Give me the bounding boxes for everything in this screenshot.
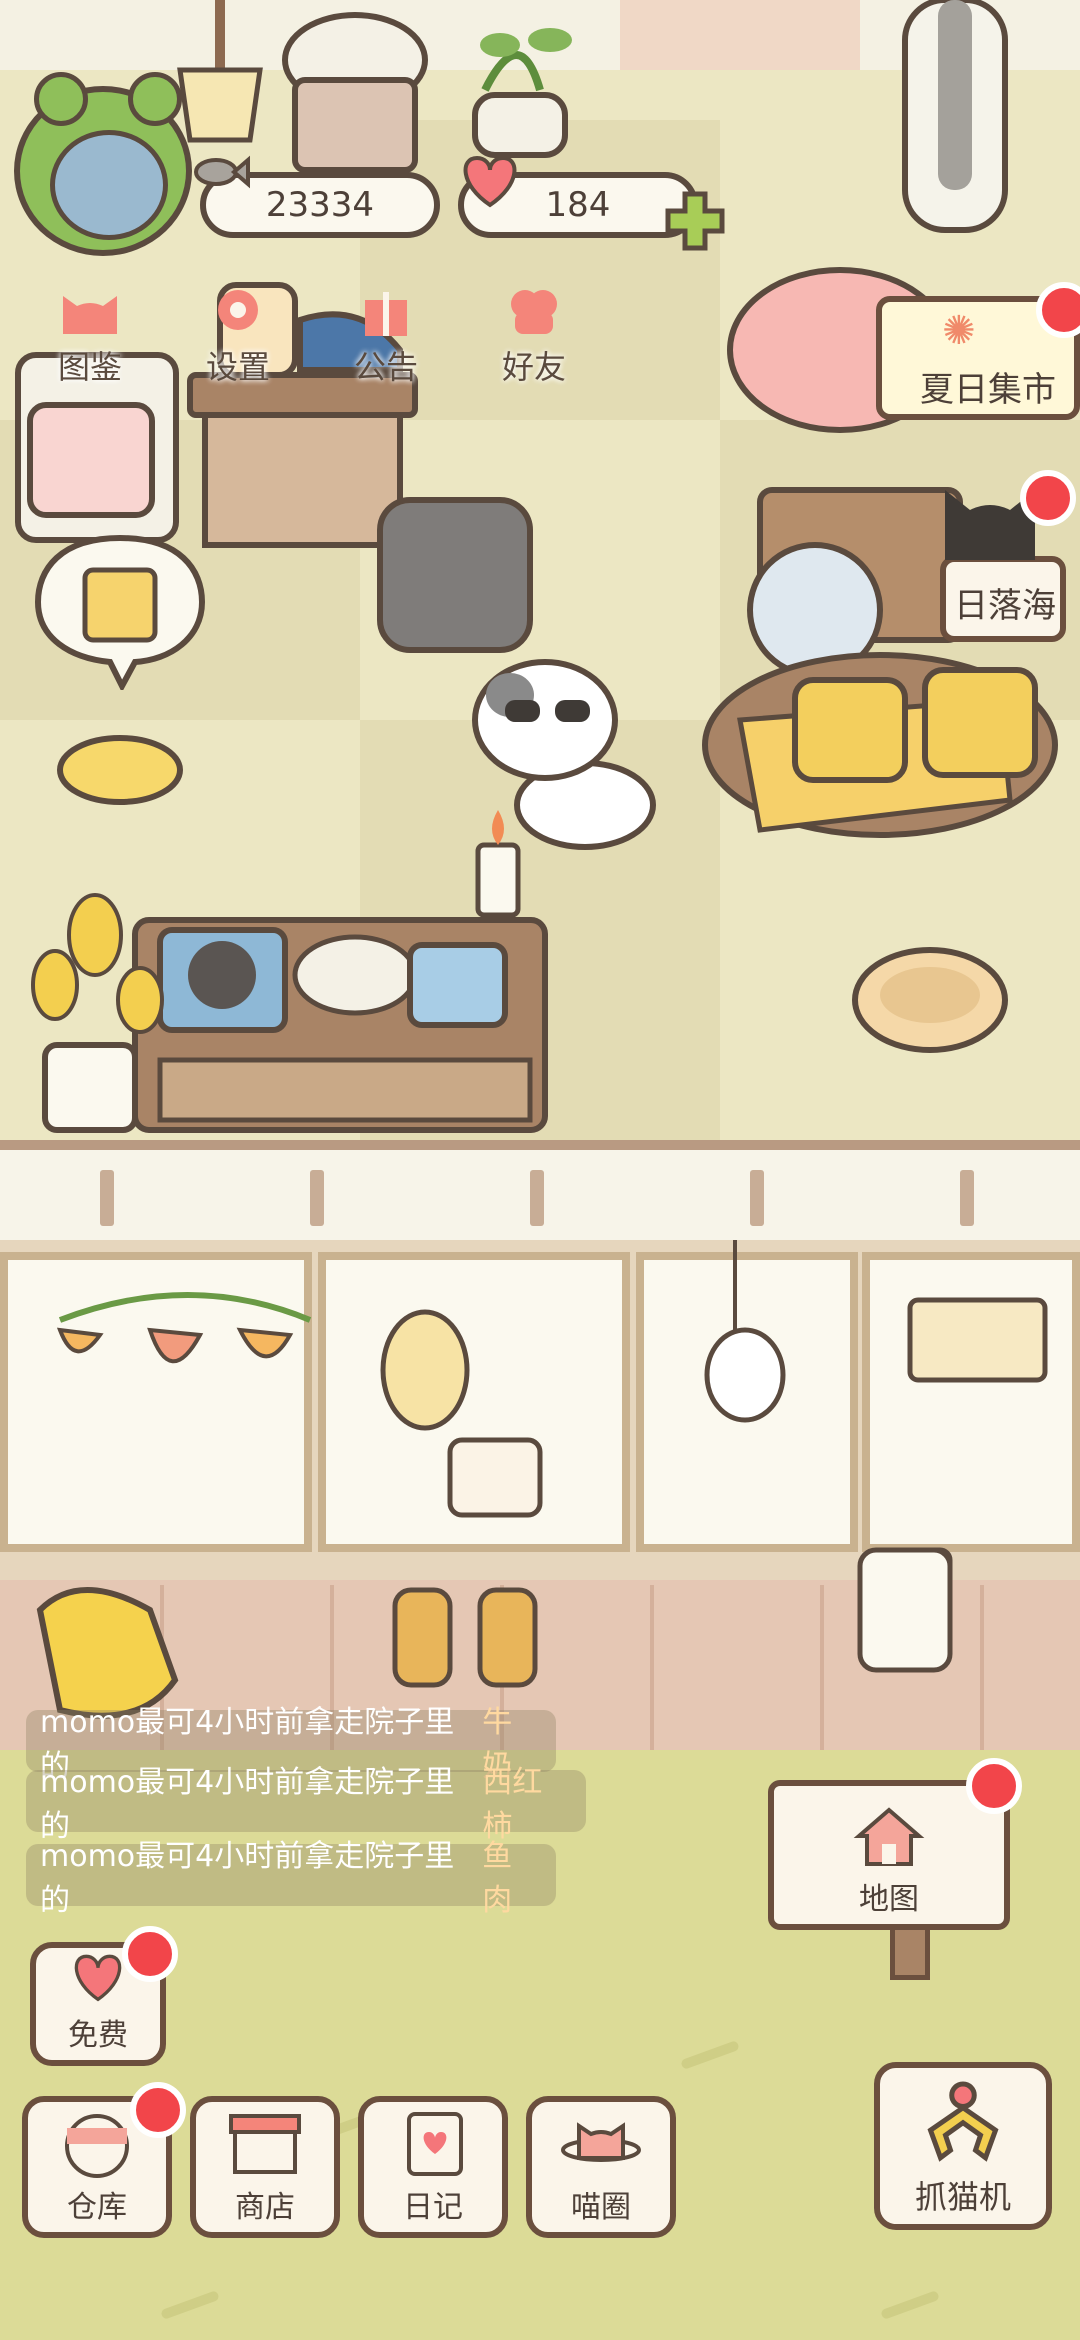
heart-value: 184: [545, 185, 611, 225]
rail-post: [530, 1170, 544, 1226]
rail-post: [310, 1170, 324, 1226]
house-icon: [853, 1807, 925, 1866]
coin-value: 23334: [265, 185, 375, 225]
rail-post: [960, 1170, 974, 1226]
notification-badge: [122, 1926, 178, 1982]
warehouse-label: 仓库: [67, 2190, 127, 2225]
shop-button[interactable]: 商店: [190, 2096, 340, 2238]
shop-icon: [229, 2114, 301, 2174]
gear-icon: [218, 290, 258, 330]
activity-log-entry: momo最可4小时前拿走院子里的 鱼肉: [26, 1839, 556, 1918]
menu-label: 设置: [205, 348, 270, 386]
friends-icon: [511, 290, 557, 334]
shop-label: 商店: [235, 2190, 295, 2225]
log-text: momo最可4小时前拿走院子里的: [40, 1839, 455, 1918]
telephone: [922, 667, 1038, 778]
log-item: 鱼肉: [482, 1839, 513, 1918]
sunset-sea-sign[interactable]: 日落海: [940, 556, 1066, 642]
fish-icon: [194, 155, 250, 189]
menu-label: 图鉴: [57, 348, 122, 386]
rail-post: [750, 1170, 764, 1226]
warehouse-icon: [65, 2114, 129, 2178]
heart-icon: [463, 155, 517, 208]
gift-icon: [365, 292, 407, 336]
diary-button[interactable]: 日记: [358, 2096, 508, 2238]
rail-post: [100, 1170, 114, 1226]
cat-head-icon: [63, 296, 117, 334]
avatar-frog-eye: [128, 72, 182, 126]
claw-machine-button[interactable]: 抓猫机: [874, 2062, 1052, 2230]
sprout-pot: [472, 28, 572, 158]
map-label: 地图: [859, 1882, 919, 1917]
calendar: [27, 402, 155, 518]
claw-label: 抓猫机: [914, 2178, 1011, 2216]
candle: [475, 842, 521, 918]
food-bowl: [57, 735, 183, 805]
plant-pot: [42, 1042, 138, 1133]
menu-label: 好友: [501, 348, 566, 386]
diary-label: 日记: [403, 2190, 463, 2225]
claw-icon: [927, 2081, 999, 2162]
menu-announcement-button[interactable]: 公告: [321, 282, 451, 392]
sunset-sea-label: 日落海: [954, 586, 1056, 626]
menu-friends-button[interactable]: 好友: [469, 282, 599, 392]
request-bubble[interactable]: [30, 530, 210, 690]
cat-circle-label: 喵圈: [571, 2190, 631, 2225]
cat-circle-button[interactable]: 喵圈: [526, 2096, 676, 2238]
backpack: [377, 497, 533, 653]
add-hearts-icon[interactable]: [660, 186, 730, 256]
notification-badge: [1020, 470, 1076, 526]
diary-icon: [407, 2112, 463, 2176]
firework-icon: ✺: [942, 308, 976, 354]
menu-collection-button[interactable]: 图鉴: [25, 282, 155, 392]
menu-settings-button[interactable]: 设置: [173, 282, 303, 392]
trash-can: [282, 12, 428, 173]
notification-badge: [130, 2082, 186, 2138]
activity-log-entry: momo最可4小时前拿走院子里的 西红柿: [26, 1765, 586, 1844]
plate: [292, 934, 418, 1016]
camera: [407, 942, 508, 1028]
radio: [792, 677, 908, 783]
menu-label: 公告: [353, 348, 418, 386]
free-label: 免费: [68, 2018, 128, 2053]
player-avatar[interactable]: [14, 72, 192, 256]
avatar-photo: [50, 130, 168, 240]
notification-badge: [966, 1758, 1022, 1814]
broom: [177, 0, 263, 143]
summer-market-label: 夏日集市: [920, 370, 1056, 410]
cat-planet-icon: [561, 2122, 641, 2162]
avatar-frog-eye: [34, 72, 88, 126]
